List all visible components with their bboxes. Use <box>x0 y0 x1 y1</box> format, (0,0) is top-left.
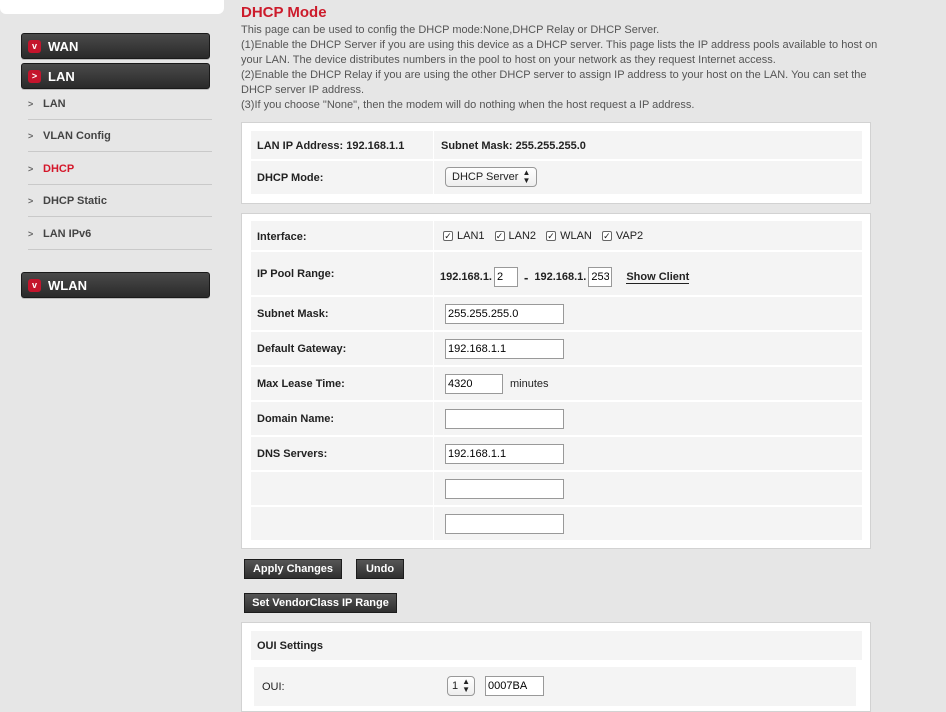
page-title: DHCP Mode <box>241 4 327 21</box>
sidebar: v WAN > LAN > LAN > VLAN Config > DHCP >… <box>0 0 226 703</box>
max-lease-label: Max Lease Time: <box>257 378 345 390</box>
domain-name-label: Domain Name: <box>257 413 335 425</box>
dns-server-2-input[interactable] <box>445 479 564 499</box>
undo-button[interactable]: Undo <box>356 559 404 579</box>
sidebar-item-vlan-config[interactable]: > VLAN Config <box>28 120 212 152</box>
dhcp-mode-label: DHCP Mode: <box>257 172 324 184</box>
domain-name-input[interactable] <box>445 409 564 429</box>
arrow-right-icon: > <box>28 163 34 174</box>
apply-changes-button[interactable]: Apply Changes <box>244 559 342 579</box>
oui-select[interactable]: 1 ▲ ▼ <box>447 676 476 696</box>
sidebar-item-label: DHCP <box>43 162 75 175</box>
subnet-row: Subnet Mask: <box>251 297 862 331</box>
pool-end-prefix: 192.168.1. <box>534 271 587 283</box>
sidebar-item-label: LAN <box>43 97 66 110</box>
lan-ip-label: LAN IP Address: 192.168.1.1 <box>257 140 405 152</box>
pool-start-input[interactable] <box>494 267 518 287</box>
arrow-right-icon: > <box>28 195 34 206</box>
dns-row-3 <box>251 507 862 541</box>
menu-wan-label: WAN <box>48 38 79 54</box>
subnet-info-label: Subnet Mask: 255.255.255.0 <box>441 140 586 152</box>
oui-settings-panel: OUI Settings OUI: 1 ▲ ▼ <box>241 622 871 712</box>
checkbox-label: LAN2 <box>508 230 537 242</box>
pool-dash: - <box>524 269 529 285</box>
menu-wlan-label: WLAN <box>48 277 87 293</box>
pool-start-prefix: 192.168.1. <box>440 271 492 283</box>
sidebar-item-label: VLAN Config <box>43 129 111 142</box>
dns-server-1-input[interactable] <box>445 444 564 464</box>
subnet-mask-input[interactable] <box>445 304 564 324</box>
interface-label: Interface: <box>257 231 307 243</box>
check-icon: ✓ <box>546 231 557 241</box>
pool-end-input[interactable] <box>588 267 613 287</box>
arrow-right-icon: > <box>28 130 34 141</box>
oui-label: OUI: <box>262 681 285 693</box>
chevron-right-icon: > <box>28 69 41 83</box>
oui-row: OUI: 1 ▲ ▼ <box>254 667 856 707</box>
sidebar-item-lan-ipv6[interactable]: > LAN IPv6 <box>28 218 212 250</box>
sidebar-item-dhcp-static[interactable]: > DHCP Static <box>28 185 212 217</box>
check-icon: ✓ <box>601 231 612 241</box>
gateway-row: Default Gateway: <box>251 332 862 366</box>
arrow-right-icon: > <box>28 98 34 109</box>
domain-row: Domain Name: <box>251 402 862 436</box>
arrow-right-icon: > <box>28 228 34 239</box>
ip-pool-label: IP Pool Range: <box>257 268 335 280</box>
default-gateway-input[interactable] <box>445 339 564 359</box>
check-icon: ✓ <box>494 231 505 241</box>
sidebar-item-lan[interactable]: > LAN <box>28 88 212 120</box>
select-arrows-icon: ▲ ▼ <box>522 168 531 185</box>
dns-row-1: DNS Servers: <box>251 437 862 471</box>
description-line: This page can be used to config the DHCP… <box>241 24 660 36</box>
checkbox-lan2[interactable]: ✓ LAN2 <box>494 230 537 242</box>
checkbox-lan1[interactable]: ✓ LAN1 <box>443 230 485 242</box>
checkbox-wlan[interactable]: ✓ WLAN <box>546 230 592 242</box>
dns-row-2 <box>251 472 862 506</box>
checkbox-vap2[interactable]: ✓ VAP2 <box>601 230 644 242</box>
oui-input[interactable] <box>485 676 545 696</box>
page-description: This page can be used to config the DHCP… <box>241 23 881 113</box>
dhcp-mode-panel: LAN IP Address: 192.168.1.1 Subnet Mask:… <box>241 122 871 204</box>
dns-server-3-input[interactable] <box>445 514 564 534</box>
description-line: (2)Enable the DHCP Relay if you are usin… <box>241 69 867 96</box>
dhcp-mode-select[interactable]: DHCP Server ▲ ▼ <box>445 167 538 187</box>
dhcp-server-panel: Interface: ✓ LAN1 ✓ LAN2 ✓ WLAN ✓ VAP2 IP Po… <box>241 213 871 549</box>
dhcp-mode-select-value: DHCP Server <box>452 171 519 183</box>
sidebar-item-label: DHCP Static <box>43 194 107 207</box>
lease-unit: minutes <box>510 378 549 390</box>
lease-row: Max Lease Time: minutes <box>251 367 862 401</box>
menu-wan[interactable]: v WAN <box>21 33 210 59</box>
menu-lan[interactable]: > LAN <box>21 63 210 89</box>
oui-title-row: OUI Settings <box>251 631 862 661</box>
set-vendorclass-button[interactable]: Set VendorClass IP Range <box>244 593 397 613</box>
max-lease-input[interactable] <box>445 374 503 394</box>
lan-info-row: LAN IP Address: 192.168.1.1 Subnet Mask:… <box>251 131 862 160</box>
select-arrows-icon: ▲ ▼ <box>462 677 471 694</box>
check-icon: ✓ <box>443 231 453 241</box>
oui-settings-title: OUI Settings <box>257 640 324 652</box>
dhcp-mode-row: DHCP Mode: DHCP Server ▲ ▼ <box>251 161 862 195</box>
oui-select-value: 1 <box>452 680 459 692</box>
interface-row: Interface: ✓ LAN1 ✓ LAN2 ✓ WLAN ✓ VAP2 <box>251 221 862 251</box>
checkbox-label: VAP2 <box>615 230 644 242</box>
chevron-down-icon: v <box>28 278 41 292</box>
show-client-button[interactable]: Show Client <box>626 271 690 284</box>
sidebar-item-dhcp[interactable]: > DHCP <box>28 153 212 185</box>
sidebar-item-label: LAN IPv6 <box>43 227 92 240</box>
chevron-down-icon: v <box>28 39 41 53</box>
menu-lan-label: LAN <box>48 68 75 84</box>
sidebar-top-edge <box>0 0 224 14</box>
dns-servers-label: DNS Servers: <box>257 448 328 460</box>
subnet-mask-label: Subnet Mask: <box>257 308 329 320</box>
checkbox-label: LAN1 <box>457 230 485 242</box>
description-line: (1)Enable the DHCP Server if you are usi… <box>241 39 878 66</box>
menu-wlan[interactable]: v WLAN <box>21 272 210 298</box>
checkbox-label: WLAN <box>560 230 592 242</box>
default-gateway-label: Default Gateway: <box>257 343 347 355</box>
ip-pool-row: IP Pool Range: 192.168.1. - 192.168.1. S… <box>251 252 862 296</box>
description-line: (3)If you choose "None", then the modem … <box>241 99 695 111</box>
